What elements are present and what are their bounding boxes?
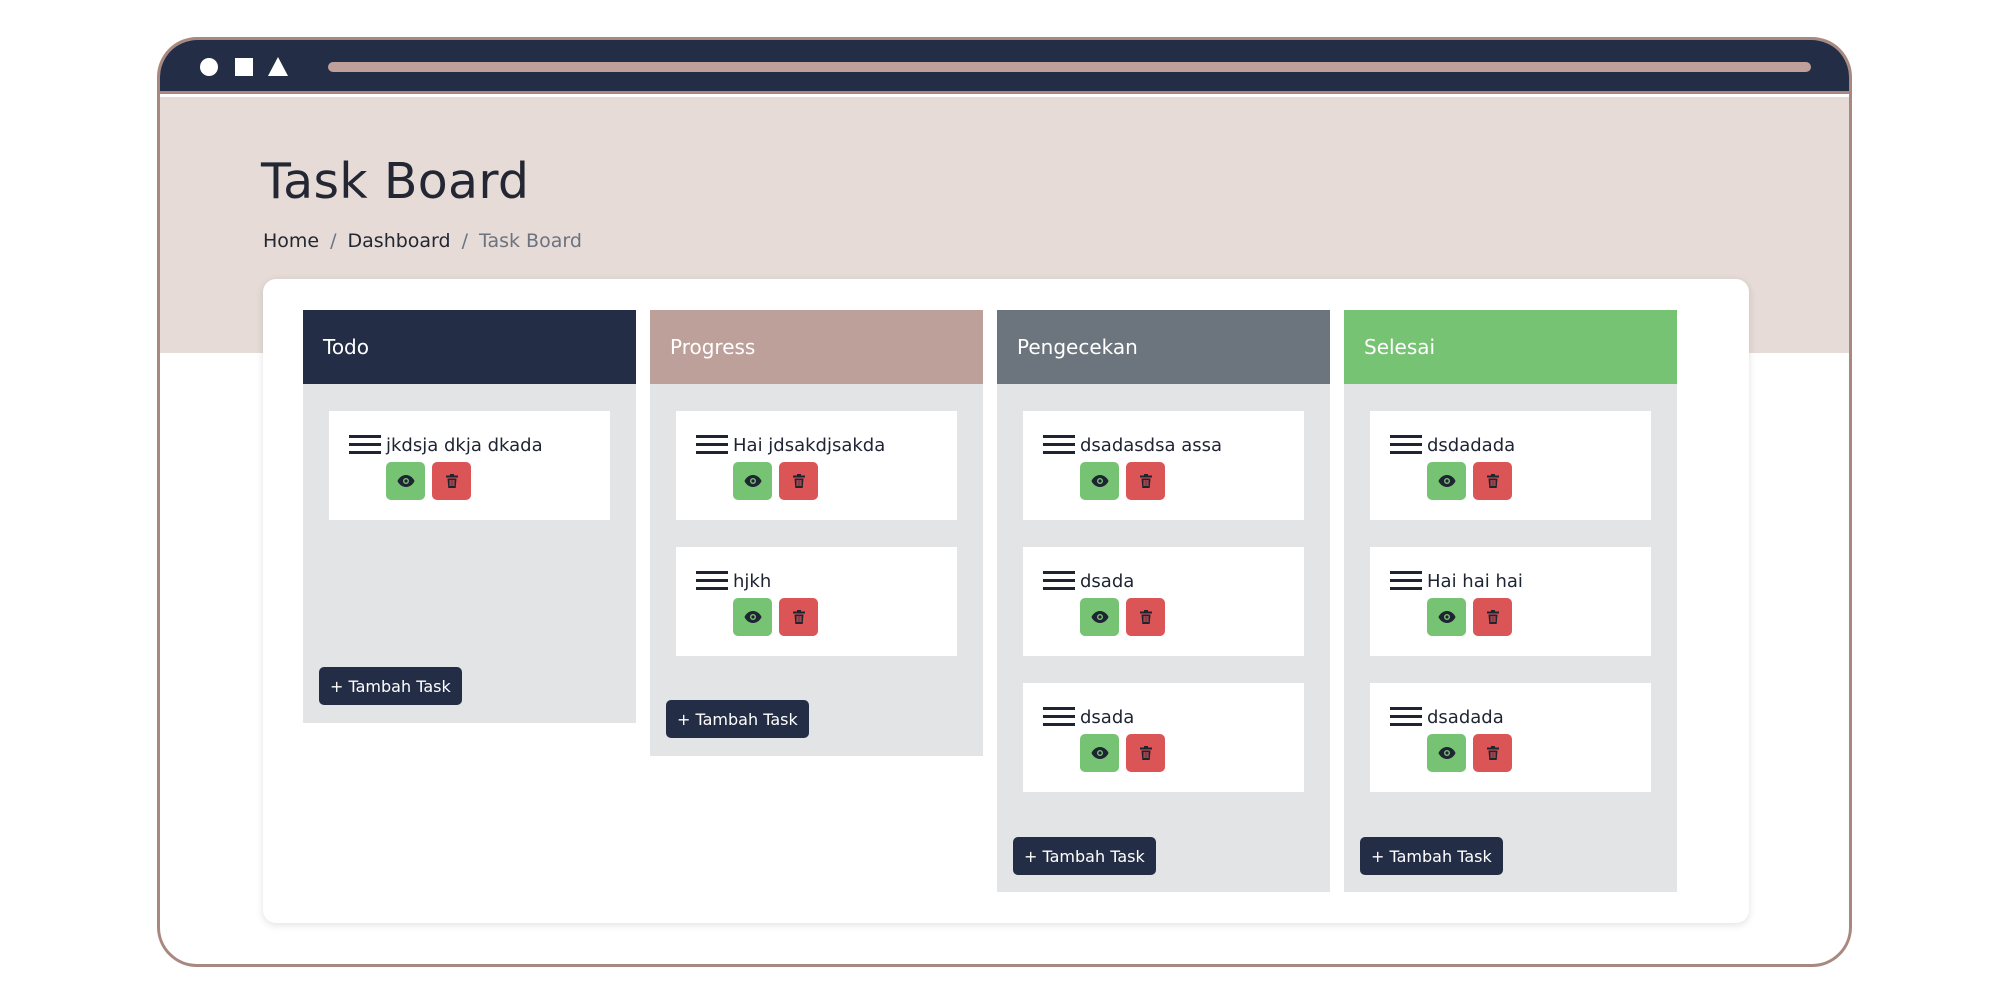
add-task-button[interactable]: + Tambah Task xyxy=(1360,837,1503,875)
delete-task-button[interactable] xyxy=(1126,734,1165,772)
trash-icon xyxy=(1139,610,1152,624)
square-icon xyxy=(235,58,253,76)
eye-icon xyxy=(1091,747,1108,759)
breadcrumb-separator: / xyxy=(461,230,469,252)
eye-icon xyxy=(1091,611,1108,623)
column-header: Todo xyxy=(303,310,636,384)
column-title: Pengecekan xyxy=(1017,335,1138,359)
task-card[interactable]: dsadasdsa assa xyxy=(1023,411,1304,520)
trash-icon xyxy=(1486,474,1499,488)
eye-icon xyxy=(1438,747,1455,759)
task-card[interactable]: dsada xyxy=(1023,547,1304,656)
browser-window: Task Board Home / Dashboard / Task Board… xyxy=(157,37,1852,967)
page-title: Task Board xyxy=(261,153,530,210)
view-task-button[interactable] xyxy=(733,598,772,636)
view-task-button[interactable] xyxy=(1427,734,1466,772)
column-selesai: Selesai dsdadada Hai hai hai dsadada + T… xyxy=(1344,310,1677,892)
delete-task-button[interactable] xyxy=(432,462,471,500)
trash-icon xyxy=(792,474,805,488)
view-task-button[interactable] xyxy=(1427,462,1466,500)
breadcrumb-home[interactable]: Home xyxy=(263,230,319,252)
add-task-button[interactable]: + Tambah Task xyxy=(319,667,462,705)
breadcrumb: Home / Dashboard / Task Board xyxy=(263,230,582,252)
eye-icon xyxy=(397,475,414,487)
hamburger-icon[interactable] xyxy=(1043,707,1075,727)
eye-icon xyxy=(744,475,761,487)
trash-icon xyxy=(1139,746,1152,760)
hamburger-icon[interactable] xyxy=(349,435,381,455)
column-progress: Progress Hai jdsakdjsakda hjkh + Tambah … xyxy=(650,310,983,756)
column-title: Todo xyxy=(323,335,369,359)
breadcrumb-separator: / xyxy=(330,230,337,252)
view-task-button[interactable] xyxy=(733,462,772,500)
trash-icon xyxy=(1486,610,1499,624)
column-header: Pengecekan xyxy=(997,310,1330,384)
breadcrumb-dashboard[interactable]: Dashboard xyxy=(348,230,451,252)
column-header: Progress xyxy=(650,310,983,384)
task-card[interactable]: Hai jdsakdjsakda xyxy=(676,411,957,520)
delete-task-button[interactable] xyxy=(1126,462,1165,500)
view-task-button[interactable] xyxy=(1427,598,1466,636)
trash-icon xyxy=(445,474,458,488)
hamburger-icon[interactable] xyxy=(696,571,728,591)
hamburger-icon[interactable] xyxy=(1390,707,1422,727)
task-title: dsadada xyxy=(1427,707,1504,728)
circle-icon xyxy=(200,58,218,76)
add-task-button[interactable]: + Tambah Task xyxy=(1013,837,1156,875)
hamburger-icon[interactable] xyxy=(1043,571,1075,591)
column-pengecekan: Pengecekan dsadasdsa assa dsada dsada + … xyxy=(997,310,1330,892)
trash-icon xyxy=(1139,474,1152,488)
task-title: Hai hai hai xyxy=(1427,571,1523,592)
breadcrumb-current: Task Board xyxy=(479,230,582,252)
task-card[interactable]: hjkh xyxy=(676,547,957,656)
task-title: jkdsja dkja dkada xyxy=(386,435,543,456)
task-card[interactable]: dsada xyxy=(1023,683,1304,792)
delete-task-button[interactable] xyxy=(1473,734,1512,772)
eye-icon xyxy=(1438,475,1455,487)
delete-task-button[interactable] xyxy=(1473,462,1512,500)
eye-icon xyxy=(1438,611,1455,623)
column-title: Selesai xyxy=(1364,335,1436,359)
hamburger-icon[interactable] xyxy=(1043,435,1075,455)
address-bar[interactable] xyxy=(328,62,1811,72)
task-board: Todo jkdsja dkja dkada + Tambah Task Pro… xyxy=(263,279,1749,923)
task-title: hjkh xyxy=(733,571,772,592)
trash-icon xyxy=(792,610,805,624)
task-title: Hai jdsakdjsakda xyxy=(733,435,886,456)
browser-topbar xyxy=(160,40,1849,94)
trash-icon xyxy=(1486,746,1499,760)
view-task-button[interactable] xyxy=(1080,462,1119,500)
column-title: Progress xyxy=(670,335,756,359)
delete-task-button[interactable] xyxy=(779,462,818,500)
hamburger-icon[interactable] xyxy=(1390,571,1422,591)
hamburger-icon[interactable] xyxy=(696,435,728,455)
task-card[interactable]: dsadada xyxy=(1370,683,1651,792)
delete-task-button[interactable] xyxy=(1473,598,1512,636)
view-task-button[interactable] xyxy=(1080,734,1119,772)
column-todo: Todo jkdsja dkja dkada + Tambah Task xyxy=(303,310,636,723)
task-title: dsdadada xyxy=(1427,435,1516,456)
task-title: dsada xyxy=(1080,707,1135,728)
task-card[interactable]: dsdadada xyxy=(1370,411,1651,520)
hamburger-icon[interactable] xyxy=(1390,435,1422,455)
task-title: dsada xyxy=(1080,571,1135,592)
delete-task-button[interactable] xyxy=(779,598,818,636)
task-card[interactable]: jkdsja dkja dkada xyxy=(329,411,610,520)
eye-icon xyxy=(1091,475,1108,487)
add-task-button[interactable]: + Tambah Task xyxy=(666,700,809,738)
eye-icon xyxy=(744,611,761,623)
view-task-button[interactable] xyxy=(386,462,425,500)
task-card[interactable]: Hai hai hai xyxy=(1370,547,1651,656)
column-header: Selesai xyxy=(1344,310,1677,384)
triangle-icon xyxy=(268,57,288,76)
task-title: dsadasdsa assa xyxy=(1080,435,1223,456)
view-task-button[interactable] xyxy=(1080,598,1119,636)
delete-task-button[interactable] xyxy=(1126,598,1165,636)
